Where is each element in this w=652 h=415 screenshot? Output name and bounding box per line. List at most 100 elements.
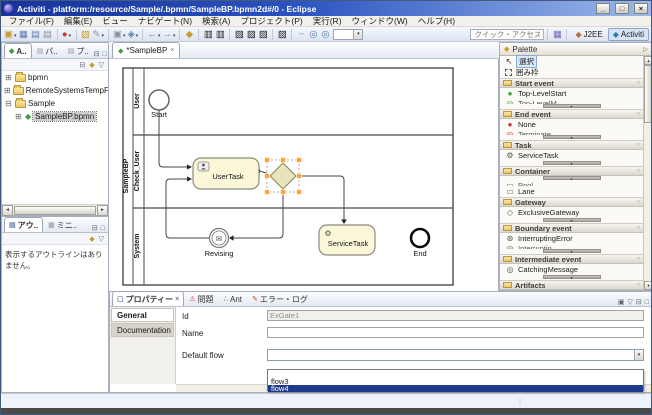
tab-properties[interactable]: ▢ プロパティー × — [112, 291, 184, 306]
zoom-in-icon[interactable]: ◎ — [319, 28, 331, 41]
menu-file[interactable]: ファイル(F) — [4, 15, 59, 27]
drawer-boundary-event[interactable]: Boundary event ○ — [500, 223, 643, 233]
usertask-node[interactable]: UserTask — [193, 158, 259, 189]
pin-icon[interactable]: ○ — [636, 111, 640, 117]
pin-icon[interactable]: ○ — [636, 225, 640, 231]
palette-item-none[interactable]: ● None — [500, 119, 643, 130]
tree-item-samplebp[interactable]: ⊞ ◆ SampleBP.bpmn — [2, 110, 108, 123]
print-icon[interactable]: ▤ — [42, 28, 54, 41]
copy-icon[interactable]: ▥ — [202, 28, 214, 41]
forward-icon[interactable]: →▾ — [161, 28, 176, 41]
option-flow4-highlighted[interactable]: flow4 — [268, 385, 643, 392]
combo-arrow-icon[interactable]: ▾ — [634, 350, 643, 360]
drawer-scroll-down[interactable]: ▾ — [543, 275, 601, 279]
tree-item-sample[interactable]: ⊟ Sample — [2, 97, 108, 110]
menu-view[interactable]: ビュー — [97, 15, 133, 27]
link-editor-icon[interactable]: ◆ — [89, 61, 94, 69]
maximize-view-icon[interactable]: □ — [103, 51, 107, 58]
pin-icon[interactable]: ○ — [636, 168, 640, 174]
maximize-view-icon[interactable]: □ — [101, 225, 105, 232]
minimize-button[interactable]: _ — [596, 3, 610, 14]
minus-icon[interactable]: − — [295, 28, 307, 41]
perspective-j2ee[interactable]: ◆J2EE — [570, 28, 607, 41]
option-blank[interactable] — [268, 370, 643, 378]
pin-icon[interactable]: ○ — [636, 256, 640, 262]
perspective-activiti[interactable]: ◆Activiti — [608, 28, 649, 41]
drawer-scroll-down[interactable]: ▾ — [543, 135, 601, 139]
default-flow-combo[interactable]: ▾ — [267, 349, 644, 361]
palette-item-servicetask[interactable]: ⚙ ServiceTask — [500, 150, 643, 161]
collapse-all-icon[interactable]: ⊟ — [79, 61, 85, 69]
tab-outline[interactable]: ▤アウ.. — [4, 217, 43, 232]
save-all-icon[interactable]: ▤ — [30, 28, 42, 41]
palette-item-catchingmessage[interactable]: ◎ CatchingMessage — [500, 264, 643, 275]
start-event[interactable]: Start — [149, 90, 169, 119]
sort-icon[interactable]: ◆ — [89, 235, 94, 243]
tab-ant[interactable]: ∴ Ant — [219, 291, 247, 306]
tab-error-log[interactable]: ✎ エラー・ログ — [247, 291, 313, 306]
palette-item-toplevelstart[interactable]: ● Top-LevelStart — [500, 88, 643, 99]
minimize-view-icon[interactable]: ⊟ — [92, 224, 98, 232]
drawer-end-event[interactable]: End event ○ — [500, 109, 643, 119]
option-flow3[interactable]: flow3 — [268, 378, 643, 385]
section-documentation[interactable]: Documentation — [111, 323, 174, 337]
drawer-scroll-down[interactable]: ▾ — [543, 161, 601, 165]
view-menu-icon[interactable]: ▽ — [99, 235, 104, 243]
view-menu-icon[interactable]: ▽ — [99, 61, 104, 69]
open-folder-icon[interactable]: ▨ — [80, 28, 92, 41]
pin-icon[interactable]: ○ — [636, 199, 640, 205]
drawer-intermediate-event[interactable]: Intermediate event ○ — [500, 254, 643, 264]
minimize-view-icon[interactable]: ⊟ — [94, 50, 100, 58]
drawer-scroll-down[interactable]: ▾ — [543, 249, 601, 253]
menu-window[interactable]: ウィンドウ(W) — [347, 15, 413, 27]
drawer-scroll-down[interactable]: ▾ — [543, 218, 601, 222]
end-event[interactable]: End — [411, 229, 429, 258]
palette-item-lane[interactable]: ▭ Lane — [500, 186, 643, 197]
scroll-left-icon[interactable]: ◂ — [2, 205, 13, 216]
scroll-right-icon[interactable]: ▸ — [97, 205, 108, 216]
maximize-view-icon[interactable]: □ — [645, 299, 649, 306]
menu-navigate[interactable]: ナビゲート(N) — [133, 15, 197, 27]
expand-icon[interactable]: ⊞ — [14, 112, 23, 121]
close-button[interactable]: × — [634, 3, 648, 14]
zoom-out-icon[interactable]: ◎ — [307, 28, 319, 41]
name-field[interactable] — [267, 327, 644, 338]
save-icon[interactable]: ▦ — [18, 28, 30, 41]
menu-edit[interactable]: 編集(E) — [59, 15, 97, 27]
align-left-icon[interactable]: ▧ — [233, 28, 245, 41]
tree-item-bpmn[interactable]: ⊞ bpmn — [2, 71, 108, 84]
scroll-thumb[interactable] — [14, 206, 96, 215]
menu-run[interactable]: 実行(R) — [308, 15, 347, 27]
minimize-view-icon[interactable]: ⊟ — [636, 298, 642, 306]
servicetask-node[interactable]: ⚙ ServiceTask — [319, 225, 375, 255]
edit-icon[interactable]: ✎▾ — [92, 28, 105, 41]
new-view-icon[interactable]: ▣ — [618, 298, 625, 306]
match-size-icon[interactable]: ▧ — [276, 28, 288, 41]
close-view-icon[interactable]: × — [175, 296, 179, 303]
menu-search[interactable]: 検索(A) — [197, 15, 235, 27]
drawer-task[interactable]: Task ○ — [500, 140, 643, 150]
tab-problems[interactable]: ⚠ 問題 — [184, 291, 218, 306]
drawer-start-event[interactable]: Start event ○ — [500, 78, 643, 88]
drawer-scroll-up[interactable]: ▴ — [543, 176, 601, 180]
open-perspective-icon[interactable]: ▦ — [551, 28, 563, 41]
editor-tab-samplebp[interactable]: ◆ *SampleBP × — [112, 42, 180, 58]
pin-icon[interactable]: ○ — [636, 282, 640, 288]
close-tab-icon[interactable]: × — [170, 47, 174, 54]
palette-select-tool[interactable]: ↖ 選択 — [500, 56, 643, 67]
palette-item-interruptingerror[interactable]: ⊛ InterruptingError — [500, 233, 643, 244]
expand-icon[interactable]: ⊞ — [4, 73, 13, 82]
back-icon[interactable]: ←▾ — [146, 28, 161, 41]
run-icon[interactable]: ●▾ — [61, 28, 73, 41]
section-general[interactable]: General — [111, 308, 174, 322]
maximize-button[interactable]: □ — [615, 3, 629, 14]
new-wizard-icon[interactable]: ▣▾ — [3, 28, 18, 41]
zoom-level-combo[interactable]: ▾ — [333, 29, 363, 40]
paste-icon[interactable]: ▥ — [214, 28, 226, 41]
drawer-artifacts[interactable]: Artifacts ○ — [500, 280, 643, 290]
drawer-container[interactable]: Container ○ — [500, 166, 643, 176]
pin-icon[interactable]: ○ — [636, 142, 640, 148]
new-file-icon[interactable]: ▣▾ — [112, 28, 127, 41]
palette-marquee-tool[interactable]: 囲み枠 — [500, 67, 643, 78]
align-right-icon[interactable]: ▧ — [257, 28, 269, 41]
